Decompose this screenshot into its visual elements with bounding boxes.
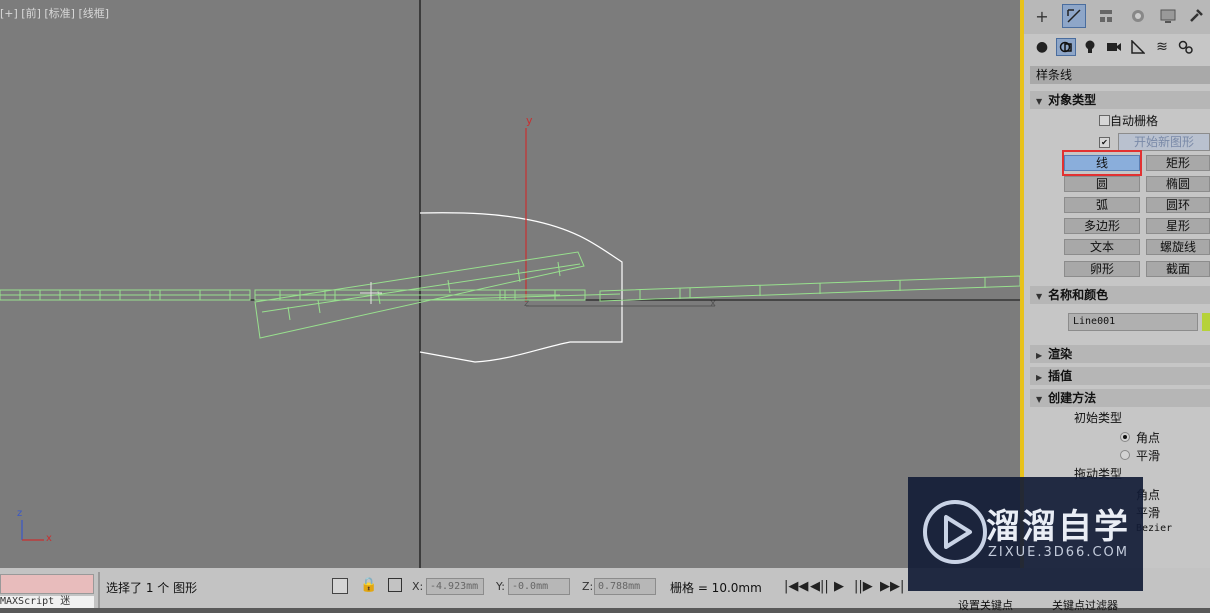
object-color-swatch[interactable] <box>1202 313 1210 331</box>
shapes-subtab-icon[interactable] <box>1056 38 1076 56</box>
gizmo-y-label: y <box>526 114 533 127</box>
start-new-shape-checkbox[interactable]: ✔ <box>1099 137 1110 148</box>
ellipse-button[interactable]: 椭圆 <box>1146 176 1210 192</box>
x-coordinate-field[interactable]: -4.923mm <box>426 578 484 595</box>
create-subcategories: ● ≋ <box>1024 34 1210 60</box>
tripod-x-label: x <box>46 533 52 544</box>
arc-button[interactable]: 弧 <box>1064 197 1140 213</box>
watermark-overlay: 溜溜自学 ZIXUE.3D66.COM <box>908 477 1143 591</box>
lights-subtab-icon[interactable] <box>1080 38 1100 56</box>
viewport-front[interactable]: [+] [前] [标准] [线框] y z x z x <box>0 0 1020 568</box>
create-tab-icon[interactable]: + <box>1030 4 1054 28</box>
green-spline-ticks <box>19 261 986 321</box>
y-label: Y: <box>496 580 505 593</box>
rollout-rendering[interactable]: ▶ 渲染 <box>1030 345 1210 363</box>
start-new-shape-button[interactable]: 开始新图形 <box>1118 133 1210 151</box>
maxscript-listener[interactable] <box>0 574 94 594</box>
green-spline-strips <box>0 251 1020 339</box>
rollout-name-color[interactable]: ▼ 名称和颜色 <box>1030 286 1210 304</box>
ngon-button[interactable]: 多边形 <box>1064 218 1140 234</box>
text-button[interactable]: 文本 <box>1064 239 1140 255</box>
donut-button[interactable]: 圆环 <box>1146 197 1210 213</box>
y-coordinate-field[interactable]: -0.0mm <box>508 578 570 595</box>
section-button[interactable]: 截面 <box>1146 261 1210 277</box>
rectangle-button[interactable]: 矩形 <box>1146 155 1210 171</box>
selection-status: 选择了 1 个 图形 <box>106 581 198 595</box>
highlight-annotation <box>1062 150 1142 176</box>
rollout-object-type[interactable]: ▼ 对象类型 <box>1030 91 1210 109</box>
play-icon[interactable]: ▶ <box>834 579 844 594</box>
rollout-creation-method[interactable]: ▼ 创建方法 <box>1030 389 1210 407</box>
tripod-z-label: z <box>17 508 23 519</box>
cameras-subtab-icon[interactable] <box>1104 38 1124 56</box>
z-coordinate-field[interactable]: 0.788mm <box>594 578 656 595</box>
set-key-button[interactable]: 设置关键点 <box>958 597 1013 613</box>
initial-smooth-label: 平滑 <box>1136 449 1161 463</box>
command-tabs: + <box>1024 0 1210 34</box>
systems-subtab-icon[interactable] <box>1176 38 1196 56</box>
object-name-field[interactable]: Line001 <box>1068 313 1198 331</box>
star-button[interactable]: 星形 <box>1146 218 1210 234</box>
helpers-subtab-icon[interactable] <box>1128 38 1148 56</box>
initial-corner-label: 角点 <box>1136 431 1161 445</box>
helix-button[interactable]: 螺旋线 <box>1146 239 1210 255</box>
watermark-logo-icon <box>923 500 987 564</box>
x-label: X: <box>412 580 424 593</box>
watermark-brand: 溜溜自学 <box>986 507 1130 547</box>
gizmo-z-label: z <box>524 298 530 309</box>
next-frame-icon[interactable]: ||▶ <box>854 579 873 594</box>
isolate-selection-icon[interactable] <box>332 578 348 594</box>
white-shape <box>419 212 623 363</box>
spacewarps-subtab-icon[interactable]: ≋ <box>1152 38 1172 56</box>
viewport-label[interactable]: [+] [前] [标准] [线框] <box>0 5 109 21</box>
absolute-mode-icon[interactable] <box>388 578 402 592</box>
rollout-interpolation[interactable]: ▶ 插值 <box>1030 367 1210 385</box>
go-to-end-icon[interactable]: ▶▶| <box>880 579 904 594</box>
previous-frame-icon[interactable]: ◀|| <box>810 579 829 594</box>
circle-button[interactable]: 圆 <box>1064 176 1140 192</box>
rollout-expanded-icon: ▼ <box>1036 395 1043 404</box>
hierarchy-tab-icon[interactable] <box>1094 4 1118 28</box>
key-filters-button[interactable]: 关键点过滤器 <box>1052 597 1118 613</box>
modify-tab-icon[interactable] <box>1062 4 1086 28</box>
maxscript-mini-listener[interactable]: MAXScript 迷 <box>0 596 94 608</box>
grid-size: 栅格 = 10.0mm <box>670 581 762 595</box>
initial-corner-radio[interactable] <box>1120 432 1130 442</box>
z-label: Z: <box>582 580 594 593</box>
gizmo-x-label: x <box>710 298 716 309</box>
autogrid-checkbox[interactable] <box>1099 115 1110 126</box>
initial-smooth-radio[interactable] <box>1120 450 1130 460</box>
viewport-scene <box>0 0 1020 568</box>
category-dropdown[interactable]: 样条线 <box>1030 66 1210 84</box>
rollout-expanded-icon: ▼ <box>1036 97 1043 106</box>
initial-type-label: 初始类型 <box>1074 411 1123 425</box>
rollout-collapsed-icon: ▶ <box>1036 351 1043 360</box>
autogrid-label: 自动栅格 <box>1110 114 1159 128</box>
egg-button[interactable]: 卵形 <box>1064 261 1140 277</box>
display-tab-icon[interactable] <box>1156 4 1180 28</box>
geometry-subtab-icon[interactable]: ● <box>1032 38 1052 56</box>
lock-icon[interactable]: 🔒 <box>360 577 377 593</box>
status-divider <box>98 572 100 608</box>
utilities-tab-icon[interactable] <box>1184 4 1208 28</box>
motion-tab-icon[interactable] <box>1126 4 1150 28</box>
rollout-collapsed-icon: ▶ <box>1036 373 1043 382</box>
go-to-start-icon[interactable]: |◀◀ <box>784 579 808 594</box>
rollout-expanded-icon: ▼ <box>1036 292 1043 301</box>
watermark-url: ZIXUE.3D66.COM <box>988 545 1129 560</box>
